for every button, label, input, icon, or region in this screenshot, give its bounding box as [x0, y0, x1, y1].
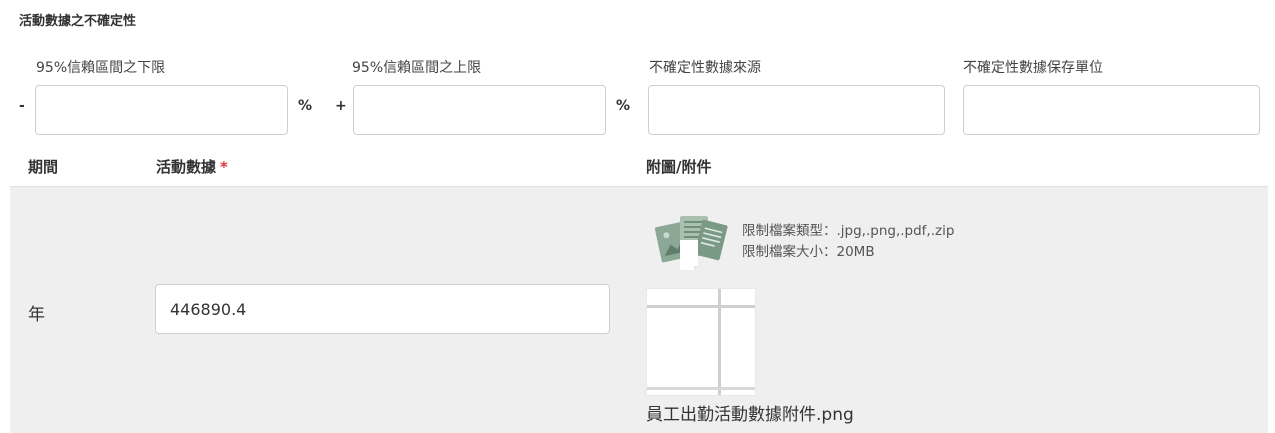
row-edge [1268, 186, 1275, 432]
file-type-limit: 限制檔案類型：.jpg,.png,.pdf,.zip [742, 223, 955, 239]
upper-percent-unit: % [616, 98, 631, 114]
period-value: 年 [28, 305, 45, 325]
minus-sign: - [19, 98, 25, 114]
required-asterisk: * [220, 158, 228, 176]
activity-data-header: 活動數據 * [156, 156, 228, 177]
activity-data-header-label: 活動數據 [156, 158, 217, 176]
upper-limit-label: 95%信賴區間之上限 [352, 60, 482, 76]
lower-percent-unit: % [298, 98, 313, 114]
uncertainty-source-input[interactable] [648, 85, 945, 135]
attachment-file-name[interactable]: 員工出勤活動數據附件.png [646, 400, 854, 425]
upper-limit-input[interactable] [353, 85, 606, 135]
lower-limit-label: 95%信賴區間之下限 [36, 60, 166, 76]
file-size-limit: 限制檔案大小：20MB [742, 244, 875, 260]
uncertainty-source-label: 不確定性數據來源 [649, 60, 761, 76]
period-header: 期間 [28, 158, 59, 176]
uncertainty-storage-label: 不確定性數據保存單位 [963, 60, 1103, 76]
section-title: 活動數據之不確定性 [19, 14, 137, 29]
upload-limits: 限制檔案類型：.jpg,.png,.pdf,.zip 限制檔案大小：20MB [742, 221, 954, 263]
attachment-header: 附圖/附件 [646, 158, 712, 176]
thumbnail-line [718, 289, 721, 395]
document-upload-icon[interactable] [654, 210, 730, 272]
plus-sign: + [335, 98, 347, 114]
activity-data-input[interactable] [155, 284, 610, 334]
uncertainty-storage-input[interactable] [963, 85, 1260, 135]
thumbnail-line [647, 305, 755, 308]
thumbnail-line [647, 387, 755, 390]
lower-limit-input[interactable] [35, 85, 288, 135]
attachment-thumbnail[interactable] [646, 288, 756, 396]
